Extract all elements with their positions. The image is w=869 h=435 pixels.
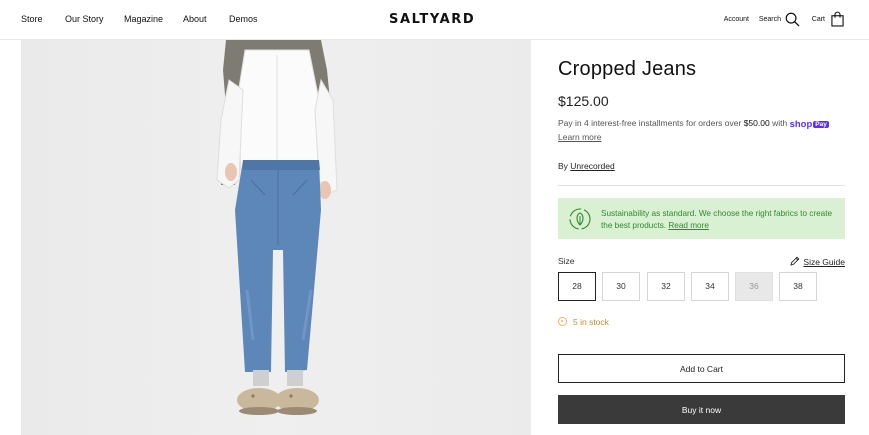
nav-store[interactable]: Store (21, 14, 43, 24)
shopping-bag-icon[interactable] (831, 11, 844, 27)
nav-our-story[interactable]: Our Story (65, 14, 104, 24)
shop-pay-shop-label: shop (789, 119, 813, 130)
size-option-30[interactable]: 30 (602, 272, 640, 301)
stock-indicator-icon (558, 317, 567, 326)
vendor-link[interactable]: Unrecorded (570, 161, 614, 171)
installments-note: Pay in 4 interest-free installments for … (558, 118, 829, 130)
installments-amount: $50.00 (743, 118, 770, 128)
search-link[interactable]: Search (759, 16, 781, 23)
installments-text: Pay in 4 interest-free installments for … (558, 118, 742, 128)
sustainability-text: Sustainability as standard. We choose th… (601, 209, 833, 230)
divider (558, 185, 845, 186)
product-price: $125.00 (558, 93, 609, 109)
stock-status: 5 in stock (558, 317, 609, 327)
nav-demos[interactable]: Demos (229, 14, 258, 24)
nav-about[interactable]: About (183, 14, 207, 24)
size-option-36[interactable]: 36 (735, 272, 773, 301)
nav-magazine[interactable]: Magazine (124, 14, 163, 24)
add-to-cart-button[interactable]: Add to Cart (558, 354, 845, 383)
sustainability-banner: Sustainability as standard. We choose th… (558, 198, 845, 239)
sustainability-text-wrap: Sustainability as standard. We choose th… (601, 208, 841, 232)
shop-pay-pay-label: Pay (813, 121, 829, 128)
cart-link[interactable]: Cart (812, 16, 825, 23)
account-link[interactable]: Account (724, 16, 749, 23)
search-icon[interactable] (785, 12, 800, 27)
installments-with: with (772, 118, 788, 128)
site-logo[interactable]: SALTYARD (389, 12, 475, 27)
size-option-32[interactable]: 32 (647, 272, 685, 301)
vendor-byline: By Unrecorded (558, 161, 615, 171)
stock-text: 5 in stock (573, 317, 609, 327)
size-guide-link[interactable]: Size Guide (790, 256, 845, 267)
buy-now-button[interactable]: Buy it now (558, 395, 845, 424)
shop-pay-logo: shop Pay (790, 119, 829, 130)
size-option-38[interactable]: 38 (779, 272, 817, 301)
product-title: Cropped Jeans (558, 58, 697, 80)
size-label: Size (558, 256, 575, 266)
model-wearing-jeans-image (216, 40, 338, 415)
product-image[interactable] (21, 40, 531, 435)
site-header: Store Our Story Magazine About Demos SAL… (0, 0, 869, 40)
learn-more-link[interactable]: Learn more (558, 132, 601, 142)
size-option-34[interactable]: 34 (691, 272, 729, 301)
size-option-28[interactable]: 28 (558, 272, 596, 301)
recycle-leaf-icon (569, 208, 591, 230)
by-label: By (558, 161, 568, 171)
read-more-link[interactable]: Read more (668, 221, 709, 230)
size-guide-label: Size Guide (803, 257, 845, 267)
pencil-icon (790, 256, 800, 266)
